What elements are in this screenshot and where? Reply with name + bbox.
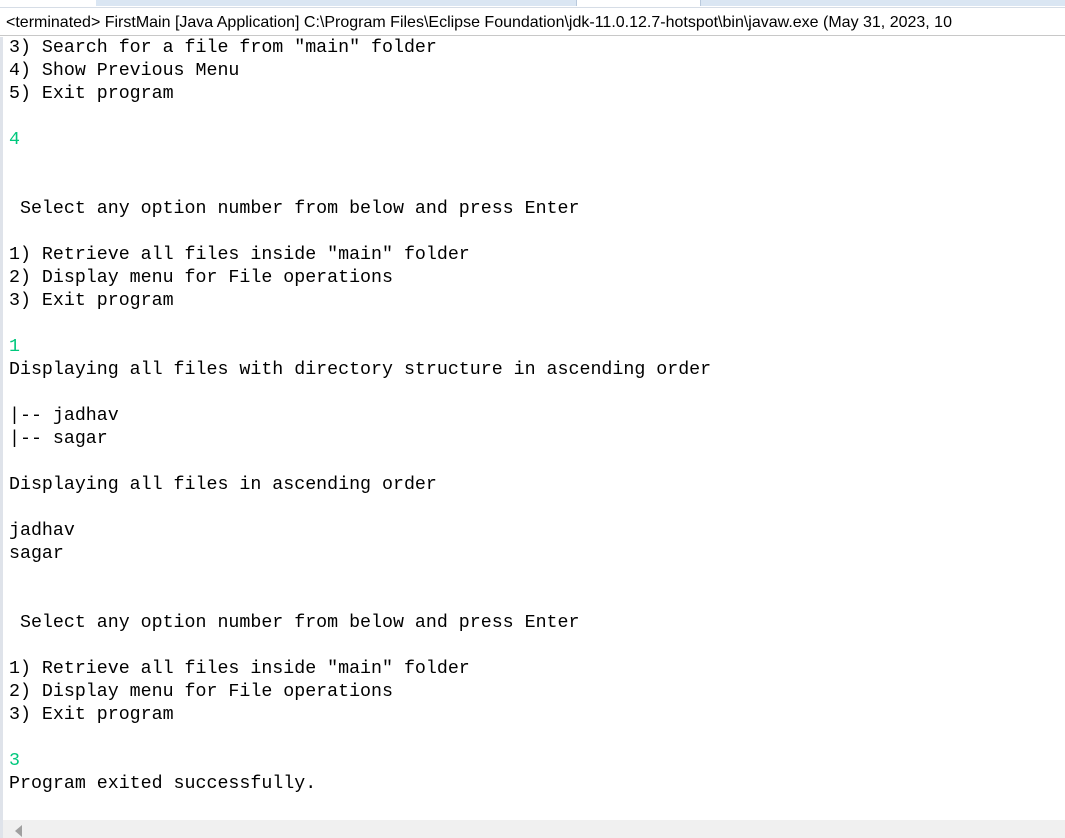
console-input-line: 3: [9, 751, 20, 771]
console-left-border: [0, 37, 3, 838]
editor-tab-strip: [0, 0, 1065, 7]
console-process-title: <terminated> FirstMain [Java Application…: [0, 7, 1065, 36]
console-output-line: sagar: [9, 544, 64, 564]
console-input-line: 1: [9, 337, 20, 357]
console-output-line: Displaying all files with directory stru…: [9, 360, 712, 380]
console-output-line: 4) Show Previous Menu: [9, 61, 240, 81]
horizontal-scrollbar[interactable]: [3, 820, 1065, 838]
console-output-line: Select any option number from below and …: [9, 613, 580, 633]
console-output-line: 3) Exit program: [9, 291, 174, 311]
console-output-line: jadhav: [9, 521, 75, 541]
console-output-line: |-- sagar: [9, 429, 108, 449]
tab[interactable]: [700, 0, 1065, 6]
console-output-line: 5) Exit program: [9, 84, 174, 104]
console-output-line: 3) Exit program: [9, 705, 174, 725]
console-output-line: Program exited successfully.: [9, 774, 317, 794]
console-output-line: 2) Display menu for File operations: [9, 268, 393, 288]
console-output-line: 1) Retrieve all files inside "main" fold…: [9, 659, 470, 679]
console-output-line: 1) Retrieve all files inside "main" fold…: [9, 245, 470, 265]
console-output-line: 3) Search for a file from "main" folder: [9, 38, 437, 58]
console-output-line: |-- jadhav: [9, 406, 119, 426]
tab[interactable]: [96, 0, 577, 6]
console-output-line: 2) Display menu for File operations: [9, 682, 393, 702]
tab-active[interactable]: [0, 0, 95, 6]
console-output-line: Displaying all files in ascending order: [9, 475, 437, 495]
console-input-line: 4: [9, 130, 20, 150]
console-output[interactable]: 3) Search for a file from "main" folder 4…: [9, 37, 1065, 796]
scroll-left-arrow-icon[interactable]: [15, 825, 22, 837]
console-output-line: Select any option number from below and …: [9, 199, 580, 219]
